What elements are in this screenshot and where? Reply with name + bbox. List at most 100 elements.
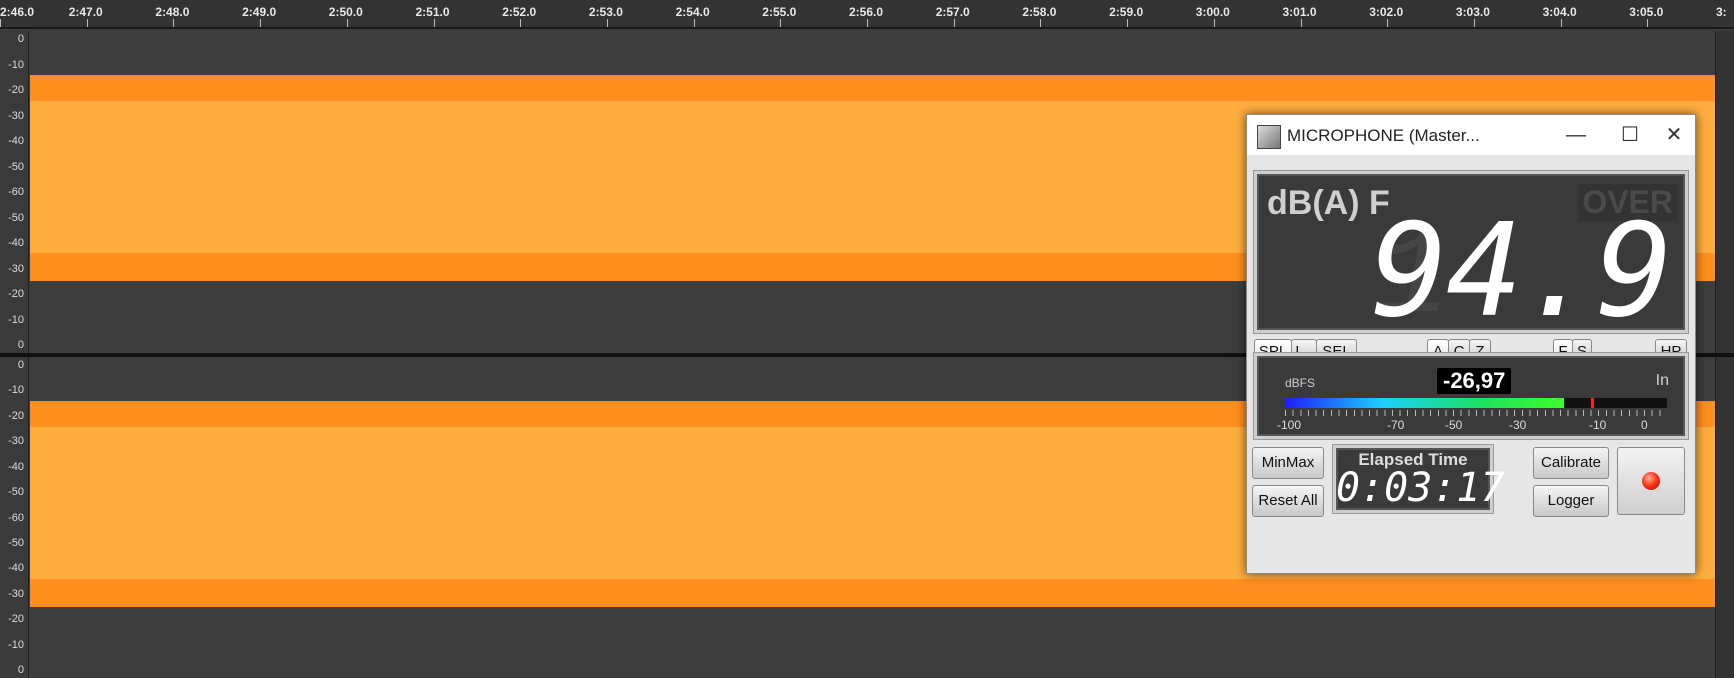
scale-label: -10 <box>8 384 24 397</box>
scale-label: -20 <box>8 288 24 300</box>
ruler-tick-label: 2:55.0 <box>762 5 797 19</box>
ruler-tick-label: 2:59.0 <box>1109 5 1144 19</box>
scale-label: -30 <box>8 262 24 275</box>
ruler-tick-label: 3:03.0 <box>1455 5 1490 19</box>
dbfs-label: dBFS <box>1285 376 1316 390</box>
scale-label: 0 <box>17 33 24 45</box>
ruler-tick-mark <box>1040 19 1042 27</box>
scale-label: -30 <box>8 587 24 600</box>
scale-label: -10 <box>8 313 24 326</box>
input-level-meter: dBFS -26,97 In -100 -70 -50 -30 -10 0 <box>1254 353 1688 439</box>
ruler-tick-mark <box>1127 19 1129 27</box>
ruler-tick-label: 2:46.0 <box>0 5 35 19</box>
ruler-tick-mark <box>606 19 608 27</box>
ruler-tick-mark <box>173 19 175 27</box>
ruler-tick-mark <box>1560 19 1562 27</box>
ruler-tick-label: 2:57.0 <box>935 5 970 19</box>
ruler-tick-mark <box>1473 19 1475 27</box>
reset-all-button[interactable]: Reset All <box>1252 485 1324 517</box>
app-icon <box>1257 125 1281 149</box>
scale-label: -30 <box>8 109 24 122</box>
ruler-tick-label: 3:01.0 <box>1282 5 1317 19</box>
scale-label: -50 <box>8 536 24 549</box>
ruler-tick-mark <box>346 19 348 27</box>
scale-label: -20 <box>8 409 24 422</box>
level-tick-label: -100 <box>1277 418 1302 432</box>
peak-marker <box>1590 398 1594 408</box>
scale-label: -20 <box>8 613 24 626</box>
ruler-tick-label: 2:47.0 <box>68 5 103 19</box>
ruler-tick-mark <box>1300 19 1302 27</box>
ruler-tick-label: 2:53.0 <box>588 5 623 19</box>
track-scrollbar[interactable] <box>1715 31 1734 353</box>
sound-level-meter-window[interactable]: MICROPHONE (Master... — ☐ ✕ dB(A) F OVER… <box>1246 114 1696 574</box>
ruler-tick-mark <box>867 19 868 27</box>
ruler-tick-mark <box>86 19 88 27</box>
ruler-tick-mark <box>0 19 1 27</box>
scale-label: -40 <box>8 562 24 575</box>
ruler-tick-mark <box>780 19 782 27</box>
level-tick-label: -10 <box>1589 418 1607 432</box>
scale-label: -60 <box>8 511 24 524</box>
scale-label: -20 <box>8 84 24 96</box>
close-icon[interactable]: ✕ <box>1659 121 1689 149</box>
level-tick-label: -70 <box>1387 418 1405 432</box>
ruler-tick-label: 2:50.0 <box>328 5 363 19</box>
elapsed-time-value: 0:03:17 <box>1336 465 1505 511</box>
maximize-icon[interactable]: ☐ <box>1615 121 1645 149</box>
ruler-tick-mark <box>1647 19 1649 27</box>
ruler-tick-label: 3:02.0 <box>1369 5 1404 19</box>
record-led-icon <box>1642 472 1660 490</box>
ruler-tick-label: 3: <box>1716 5 1727 19</box>
minimize-icon[interactable]: — <box>1561 121 1591 149</box>
ruler-tick-label: 2:49.0 <box>242 5 277 19</box>
ruler-tick-mark <box>433 19 435 27</box>
scale-label: -40 <box>8 237 24 249</box>
spl-display: dB(A) F OVER 1 94.9 <box>1254 171 1688 348</box>
level-bar-fill <box>1285 398 1564 408</box>
scale-label: -10 <box>8 638 24 651</box>
ruler-tick-label: 3:04.0 <box>1542 5 1577 19</box>
scale-label: 0 <box>17 664 24 676</box>
ruler-tick-mark <box>260 19 262 27</box>
ruler-tick-label: 2:51.0 <box>415 5 450 19</box>
logger-button[interactable]: Logger <box>1533 485 1609 517</box>
title-bar[interactable]: MICROPHONE (Master... — ☐ ✕ <box>1247 115 1695 155</box>
scale-label: -40 <box>8 135 24 147</box>
ruler-tick-mark <box>953 19 955 27</box>
ruler-tick-label: 2:48.0 <box>155 5 190 19</box>
track-scrollbar[interactable] <box>1715 357 1734 678</box>
scale-label: -50 <box>8 211 24 224</box>
minmax-button[interactable]: MinMax <box>1252 447 1324 479</box>
level-ticks <box>1285 410 1667 416</box>
spl-reading: 94.9 <box>1370 197 1673 346</box>
level-tick-label: -30 <box>1509 418 1527 432</box>
ruler-tick-mark <box>693 19 695 27</box>
scale-label: -30 <box>8 435 24 448</box>
ruler-tick-label: 2:56.0 <box>849 5 884 19</box>
ruler-tick-label: 3:05.0 <box>1629 5 1664 19</box>
ruler-tick-mark <box>1213 19 1215 27</box>
scale-label: -10 <box>8 58 24 71</box>
level-readout: -26,97 <box>1437 368 1512 394</box>
record-button[interactable] <box>1617 447 1685 515</box>
scale-label: -60 <box>8 186 24 198</box>
timeline-ruler[interactable]: 2:46.0 2:47.0 2:48.0 2:49.0 2:50.0 2:51.0 2:52… <box>0 0 1734 29</box>
amplitude-scale: 0 -10 -20 -30 -40 -50 -60 -50 -40 -30 -20 -10 0 <box>0 31 29 353</box>
amplitude-scale: 0 -10 -20 -30 -40 -50 -60 -50 -40 -30 -20 -10 0 <box>0 357 29 678</box>
scale-label: 0 <box>17 339 24 351</box>
ruler-tick-label: 2:54.0 <box>675 5 710 19</box>
calibrate-button[interactable]: Calibrate <box>1533 447 1609 479</box>
elapsed-time-display: Elapsed Time 0:03:17 <box>1333 445 1505 513</box>
level-bar <box>1285 398 1667 408</box>
input-label: In <box>1655 372 1669 389</box>
level-tick-label: -50 <box>1445 418 1463 432</box>
ruler-tick-label: 2:58.0 <box>1022 5 1057 19</box>
level-tick-label: 0 <box>1641 418 1648 432</box>
scale-label: -50 <box>8 486 24 499</box>
scale-label: 0 <box>17 359 24 371</box>
ruler-tick-mark <box>520 19 522 27</box>
ruler-tick-label: 3:00.0 <box>1195 5 1230 19</box>
window-title: MICROPHONE (Master... <box>1287 126 1480 145</box>
scale-label: -50 <box>8 160 24 173</box>
